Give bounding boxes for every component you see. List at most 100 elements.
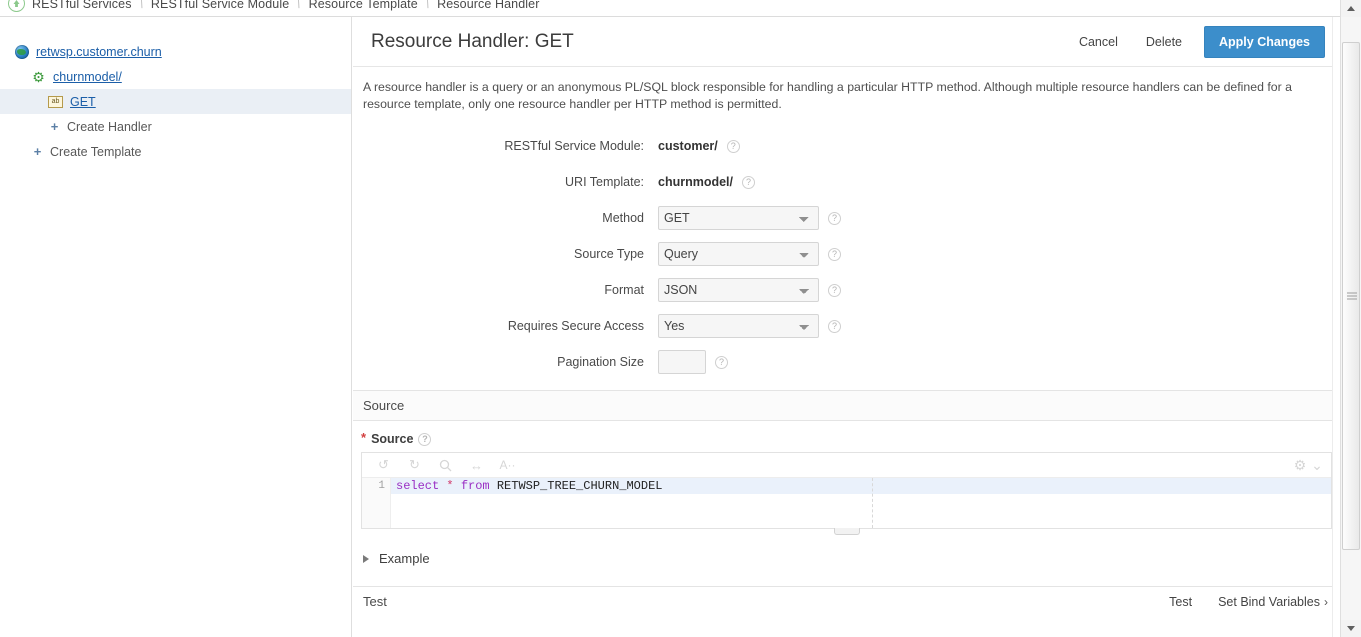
scrollbar-thumb[interactable] [1342,42,1360,550]
test-region-title: Test [363,594,387,609]
field-label: Method [602,211,644,225]
field-label: RESTful Service Module: [504,139,644,153]
tree-node-label[interactable]: Create Template [50,145,142,159]
source-code-editor[interactable]: ↺ ↻ ↔ A·· ⚙ ⌄ 1 select * from RETWSP_TRE… [361,452,1332,535]
help-icon[interactable]: ? [828,247,841,261]
plus-icon: + [33,144,42,159]
line-number: 1 [378,480,385,492]
scrollbar-grip-icon [1347,292,1357,300]
tree-node-label[interactable]: GET [70,95,96,109]
help-icon[interactable]: ? [828,211,841,225]
tree-node-service[interactable]: retwsp.customer.churn [0,39,351,64]
search-icon[interactable] [430,454,461,476]
page-header: Resource Handler: GET Cancel Delete Appl… [353,17,1340,67]
tree-node-label[interactable]: churnmodel/ [53,70,122,84]
breadcrumb: RESTful Services \ RESTful Service Modul… [0,0,1340,17]
uri-template-value: churnmodel/ [658,175,734,189]
help-icon[interactable]: ? [726,139,740,153]
chevron-right-icon: › [1324,594,1328,609]
help-icon[interactable]: ? [715,355,728,369]
page-description: A resource handler is a query or an anon… [363,80,1292,111]
field-row-uri-template: URI Template: churnmodel/ ? [353,164,1340,200]
help-icon[interactable]: ? [418,432,432,446]
breadcrumb-item-1[interactable]: RESTful Service Module [151,0,289,11]
delete-button[interactable]: Delete [1132,29,1196,55]
header-actions: Cancel Delete Apply Changes [1065,25,1325,58]
help-icon[interactable]: ? [828,283,841,297]
set-bind-variables-button[interactable]: Set Bind Variables › [1218,595,1328,609]
field-row-requires-secure-access: Requires Secure Access Yes ? [353,308,1340,344]
resource-tree-panel: retwsp.customer.churn ⚙ churnmodel/ ab G… [0,17,352,637]
sql-identifier: RETWSP_TREE_CHURN_MODEL [496,479,663,493]
plus-icon: + [50,119,59,134]
breadcrumb-item-0[interactable]: RESTful Services [32,0,132,11]
format-select[interactable]: JSON [658,278,819,302]
tree-node-template[interactable]: ⚙ churnmodel/ [0,64,351,89]
app-root: RESTful Services \ RESTful Service Modul… [0,0,1361,637]
home-up-arrow-icon[interactable] [8,0,25,12]
inner-scroll-column [1332,17,1340,637]
field-label: Format [604,283,644,297]
gear-icon: ⚙ [32,68,45,85]
editor-toolbar: ↺ ↻ ↔ A·· ⚙ ⌄ [362,453,1331,478]
breadcrumb-item-2[interactable]: Resource Template [309,0,418,11]
required-marker: * [361,430,367,445]
field-label: Source Type [574,247,644,261]
restful-service-module-value: customer/ [658,139,718,153]
scroll-up-arrow[interactable] [1341,0,1361,17]
breadcrumb-separator: \ [424,0,431,11]
scroll-down-arrow[interactable] [1341,620,1361,637]
tree-node-label[interactable]: retwsp.customer.churn [36,45,162,59]
editor-code-area[interactable]: select * from RETWSP_TREE_CHURN_MODEL [391,478,1331,528]
set-bind-variables-label: Set Bind Variables [1218,594,1320,609]
settings-gear-icon[interactable]: ⚙ [1291,454,1309,476]
tree-node-create-handler[interactable]: + Create Handler [0,114,351,139]
field-label: Requires Secure Access [507,319,644,333]
sql-keyword: select [396,479,440,493]
field-label: URI Template: [565,175,644,189]
editor-gutter: 1 [362,478,391,528]
test-button[interactable]: Test [1169,595,1192,609]
editor-body[interactable]: 1 select * from RETWSP_TREE_CHURN_MODEL [362,478,1331,528]
field-row-source-type: Source Type Query ? [353,236,1340,272]
breadcrumb-separator: \ [138,0,145,11]
redo-icon[interactable]: ↻ [399,454,430,476]
cancel-button[interactable]: Cancel [1065,29,1132,55]
vertical-scrollbar[interactable] [1340,0,1361,637]
field-row-format: Format JSON ? [353,272,1340,308]
tree-node-label[interactable]: Create Handler [67,120,152,134]
main-panel: Resource Handler: GET Cancel Delete Appl… [353,17,1340,637]
source-region-header: Source [353,390,1340,421]
page-title: Resource Handler: GET [371,30,574,52]
method-select[interactable]: GET [658,206,819,230]
handler-ab-icon: ab [48,94,63,109]
field-row-pagination-size: Pagination Size ? [353,344,1340,380]
triangle-right-icon[interactable] [363,554,369,563]
code-line-1[interactable]: select * from RETWSP_TREE_CHURN_MODEL [391,478,1331,494]
example-label: Example [379,551,430,566]
breadcrumb-item-3[interactable]: Resource Handler [437,0,539,11]
tree-node-create-template[interactable]: + Create Template [0,139,351,164]
pagination-size-input[interactable] [658,350,706,374]
source-type-select[interactable]: Query [658,242,819,266]
expand-horizontal-icon[interactable]: ↔ [461,454,492,476]
help-icon[interactable]: ? [742,175,756,189]
undo-icon[interactable]: ↺ [368,454,399,476]
editor-resize-handle[interactable] [833,528,860,535]
tree-node-handler-get[interactable]: ab GET [0,89,351,114]
example-disclosure[interactable]: Example [353,529,1340,586]
source-region-title: Source [363,398,405,413]
help-icon[interactable]: ? [828,319,841,333]
sql-keyword: from [460,479,490,493]
requires-secure-access-select[interactable]: Yes [658,314,819,338]
source-field-label-row: * Source ? [353,421,1340,452]
field-label: Pagination Size [557,355,644,369]
globe-icon [14,44,29,59]
handler-form: RESTful Service Module: customer/ ? URI … [353,119,1340,390]
apply-changes-button[interactable]: Apply Changes [1204,25,1325,58]
chevron-down-icon[interactable]: ⌄ [1309,454,1325,476]
breadcrumb-separator: \ [295,0,303,11]
font-size-icon[interactable]: A·· [492,454,523,476]
field-row-restful-service-module: RESTful Service Module: customer/ ? [353,128,1340,164]
